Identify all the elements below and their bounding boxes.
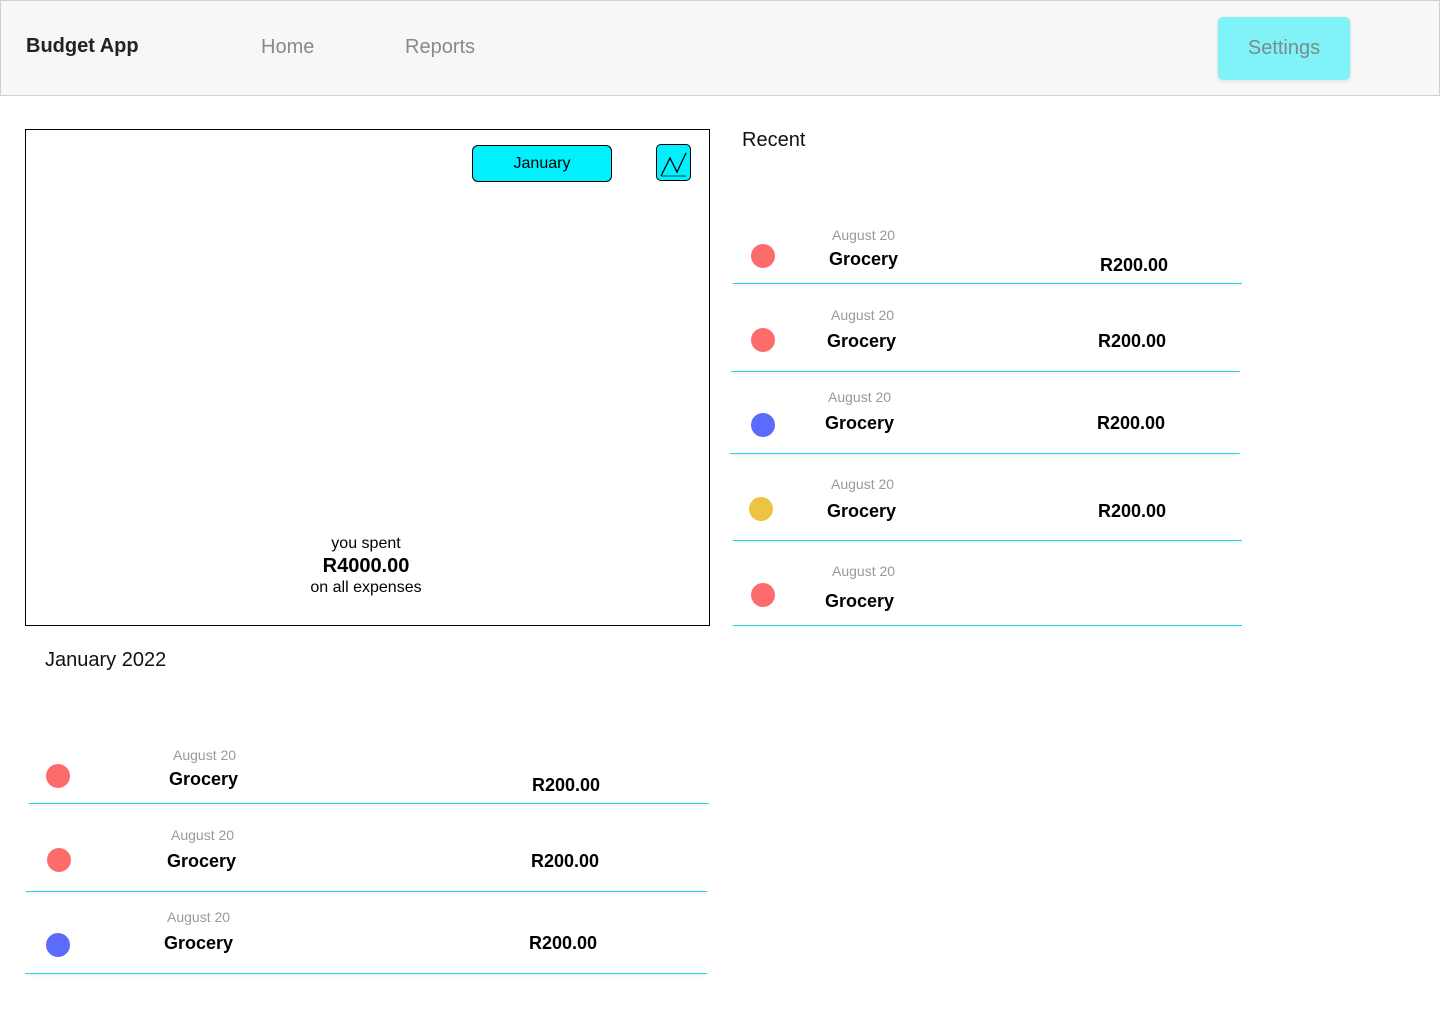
category-color-dot: [751, 583, 775, 607]
transaction-amount: R200.00: [1100, 255, 1169, 275]
transaction-row[interactable]: August 20 Grocery R200.00: [29, 724, 709, 804]
transaction-date: August 20: [832, 563, 896, 579]
transaction-name: Grocery: [827, 331, 897, 351]
transaction-name: Grocery: [164, 933, 234, 953]
month-section-title: January 2022: [45, 649, 167, 671]
chart-toggle-button[interactable]: [656, 144, 691, 181]
transaction-name: Grocery: [827, 501, 897, 521]
transaction-row[interactable]: August 20 Grocery R200.00: [731, 292, 1240, 372]
settings-button[interactable]: Settings: [1218, 17, 1350, 80]
line-chart-icon: [660, 152, 687, 177]
transaction-name: Grocery: [825, 591, 895, 611]
transaction-row[interactable]: August 20 Grocery R200.00: [733, 461, 1242, 541]
spent-caption: on all expenses: [310, 579, 422, 596]
spent-amount: R4000.00: [322, 555, 410, 577]
transaction-amount: R200.00: [1098, 331, 1167, 351]
transaction-row[interactable]: August 20 Grocery R200.00: [733, 204, 1242, 284]
transaction-date: August 20: [828, 389, 892, 405]
spent-summary: you spent R4000.00 on all expenses: [266, 534, 466, 598]
transaction-name: Grocery: [167, 851, 237, 871]
transaction-name: Grocery: [829, 249, 899, 269]
recent-section-title: Recent: [742, 129, 806, 151]
category-color-dot: [751, 244, 775, 268]
transaction-row[interactable]: August 20 Grocery R200.00: [26, 812, 707, 892]
transaction-row[interactable]: August 20 Grocery R200.00: [25, 894, 707, 974]
transaction-date: August 20: [173, 747, 237, 763]
transaction-amount: R200.00: [529, 933, 598, 953]
transaction-date: August 20: [832, 227, 896, 243]
category-color-dot: [46, 933, 70, 957]
transaction-date: August 20: [167, 909, 231, 925]
spent-label: you spent: [331, 535, 401, 552]
top-navbar: Budget App Home Reports Settings: [0, 0, 1440, 96]
transaction-date: August 20: [171, 827, 235, 843]
spending-summary-card: January you spent R4000.00 on all expens…: [25, 129, 710, 626]
category-color-dot: [751, 413, 775, 437]
transaction-date: August 20: [831, 307, 895, 323]
nav-reports-link[interactable]: Reports: [405, 36, 475, 59]
transaction-amount: R200.00: [1097, 413, 1166, 433]
transaction-amount: R200.00: [531, 851, 600, 871]
category-color-dot: [46, 764, 70, 788]
transaction-date: August 20: [831, 476, 895, 492]
category-color-dot: [749, 497, 773, 521]
app-title: Budget App: [26, 35, 139, 57]
transaction-name: Grocery: [825, 413, 895, 433]
transaction-amount: R200.00: [1098, 501, 1167, 521]
category-color-dot: [47, 848, 71, 872]
transaction-row[interactable]: August 20 Grocery R200.00: [730, 374, 1240, 454]
transaction-name: Grocery: [169, 769, 239, 789]
transaction-row[interactable]: August 20 Grocery: [733, 546, 1242, 626]
transaction-amount: R200.00: [532, 775, 601, 795]
nav-home-link[interactable]: Home: [261, 36, 314, 59]
category-color-dot: [751, 328, 775, 352]
month-selector-button[interactable]: January: [472, 145, 612, 182]
